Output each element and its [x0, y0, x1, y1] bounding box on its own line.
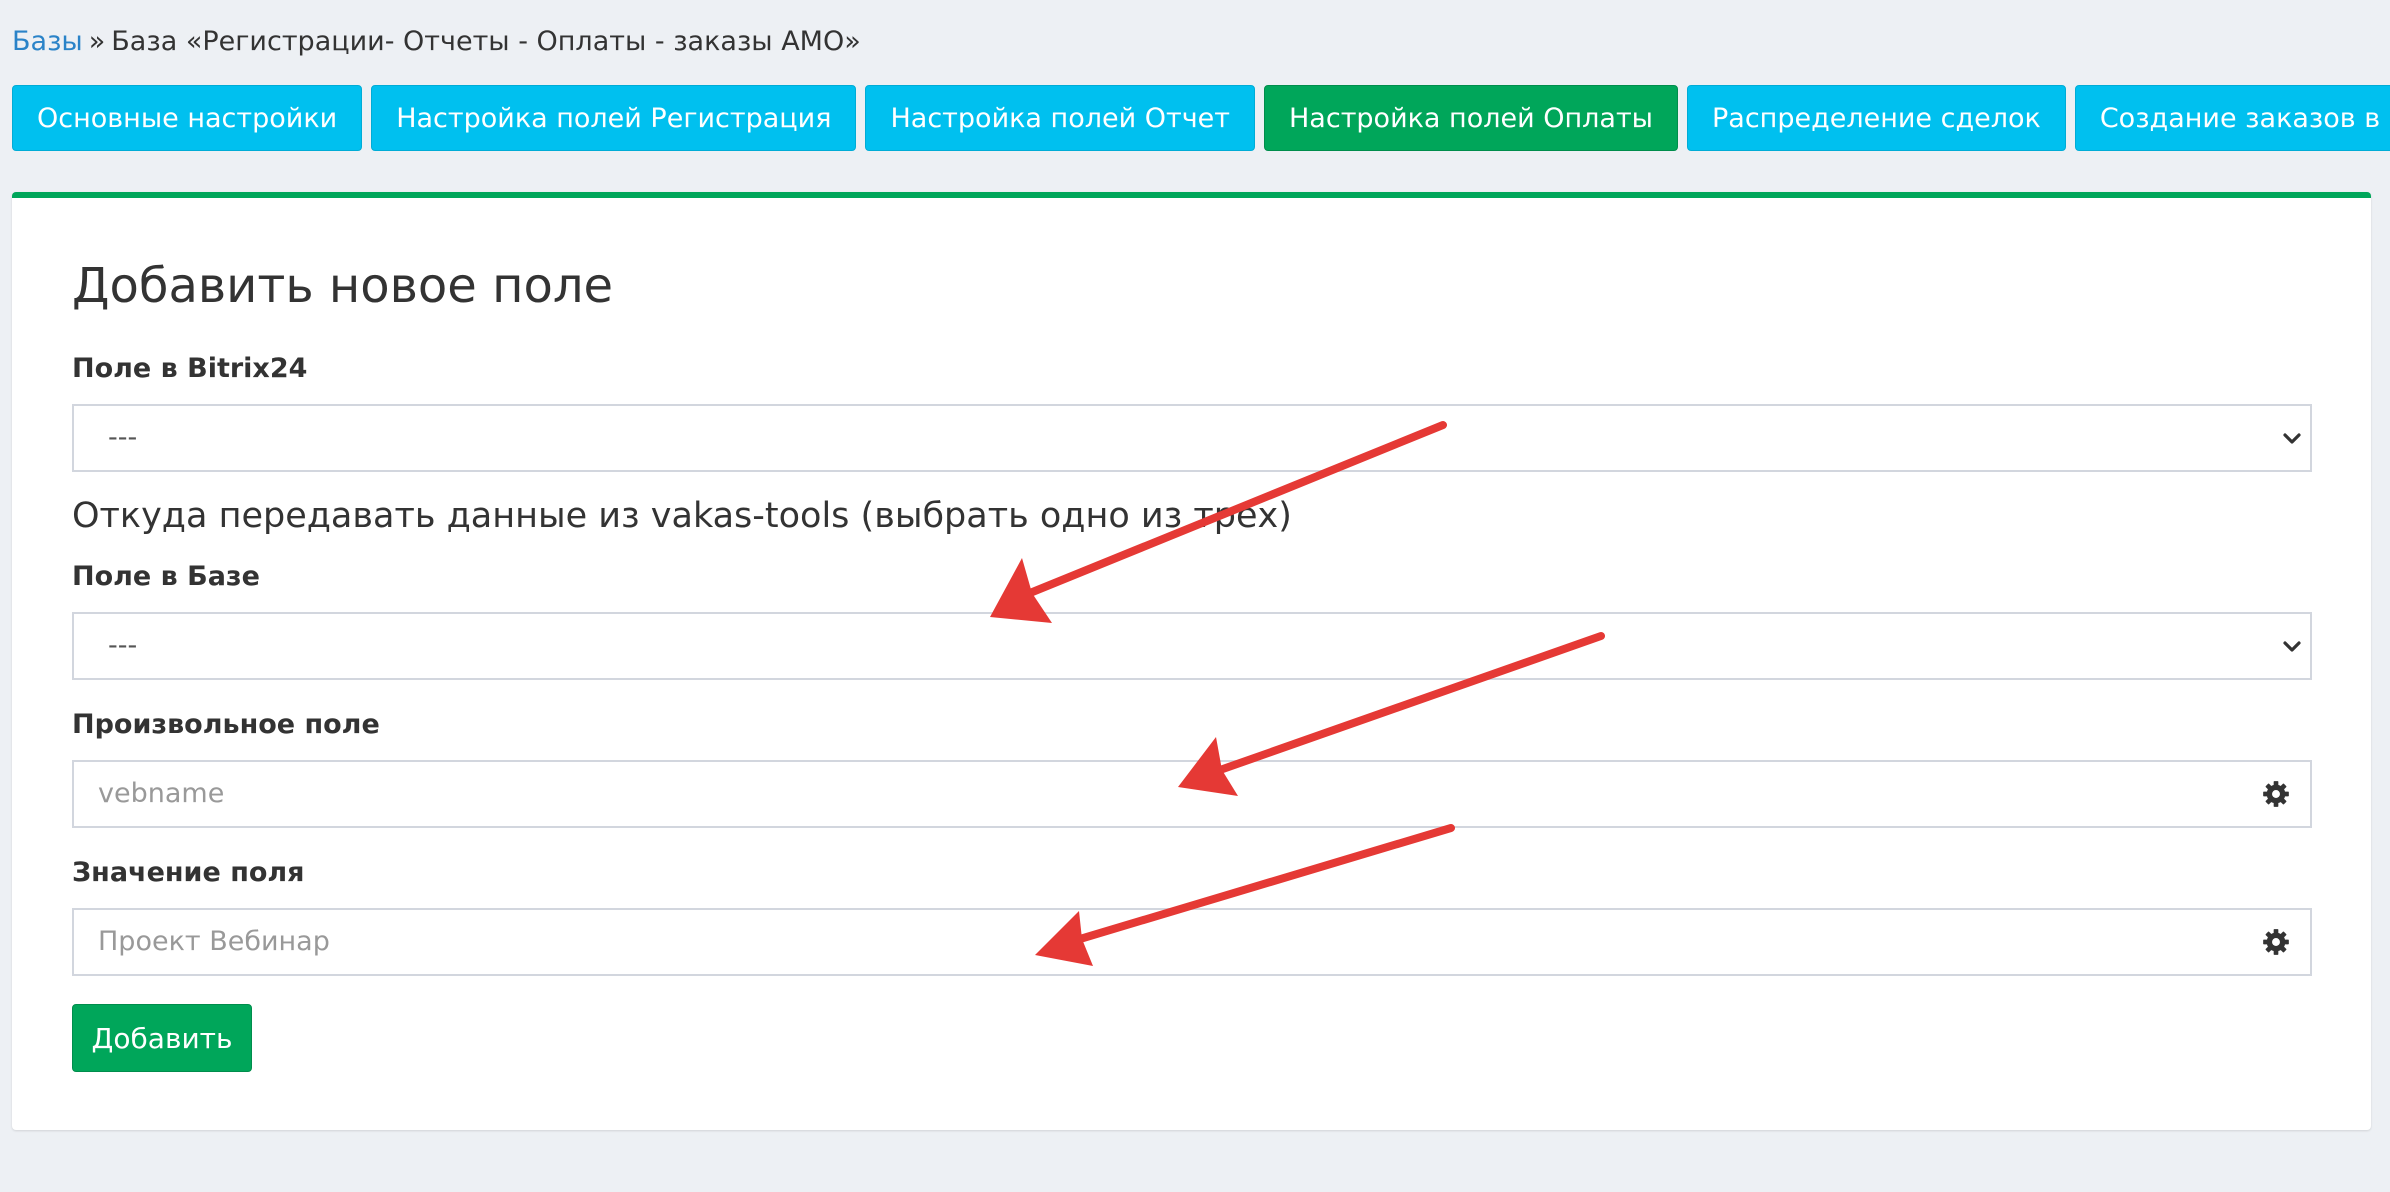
custom-field-label: Произвольное поле — [72, 709, 380, 740]
source-section-heading: Откуда передавать данные из vakas-tools … — [72, 496, 1292, 536]
add-button[interactable]: Добавить — [72, 1004, 252, 1072]
base-field-select[interactable]: --- — [72, 612, 2312, 680]
custom-field-input[interactable]: vebname — [72, 760, 2312, 828]
base-field-value: --- — [108, 630, 138, 661]
chevron-down-icon — [2283, 433, 2301, 444]
bitrix-field-value: --- — [108, 422, 138, 453]
chevron-down-icon — [2283, 641, 2301, 652]
tab-payment-fields[interactable]: Настройка полей Оплаты — [1264, 85, 1678, 151]
field-value-label: Значение поля — [72, 857, 305, 888]
tab-report-fields[interactable]: Настройка полей Отчет — [865, 85, 1255, 151]
gear-icon[interactable] — [2262, 928, 2290, 956]
breadcrumb-separator: » — [88, 26, 106, 57]
add-field-card: Добавить новое поле Поле в Bitrix24 --- … — [12, 192, 2371, 1130]
settings-tabs: Основные настройки Настройка полей Регис… — [12, 85, 2390, 151]
page-title: Добавить новое поле — [72, 258, 614, 314]
tab-main-settings[interactable]: Основные настройки — [12, 85, 363, 151]
bitrix-field-label: Поле в Bitrix24 — [72, 353, 308, 384]
field-value-input[interactable]: Проект Вебинар — [72, 908, 2312, 976]
field-value-placeholder: Проект Вебинар — [98, 926, 330, 957]
custom-field-placeholder: vebname — [98, 778, 225, 809]
breadcrumb-current: База «Регистрации- Отчеты - Оплаты - зак… — [111, 26, 861, 57]
gear-icon[interactable] — [2262, 780, 2290, 808]
tab-gk-orders[interactable]: Создание заказов в ГК — [2074, 85, 2390, 151]
bitrix-field-select[interactable]: --- — [72, 404, 2312, 472]
breadcrumb-link-bases[interactable]: Базы — [12, 26, 83, 57]
tab-registration-fields[interactable]: Настройка полей Регистрация — [371, 85, 857, 151]
breadcrumb: Базы» База «Регистрации- Отчеты - Оплаты … — [12, 24, 861, 60]
tab-deal-distribution[interactable]: Распределение сделок — [1687, 85, 2066, 151]
base-field-label: Поле в Базе — [72, 561, 260, 592]
